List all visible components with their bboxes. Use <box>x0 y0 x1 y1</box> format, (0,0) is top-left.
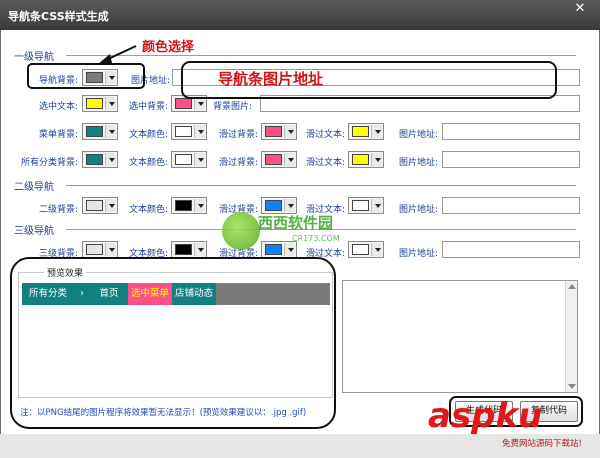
color-select-highlight <box>27 63 145 89</box>
watermark-aspku-sub: 免费网站源码下载站! <box>502 439 582 449</box>
watermark-aspku-text: aspku <box>428 396 543 436</box>
preview-highlight <box>10 257 336 429</box>
annotation-arrowhead-icon <box>98 54 112 64</box>
color-select-annotation: 颜色选择 <box>142 40 195 55</box>
nav-image-url-annotation: 导航条图片地址 <box>218 70 324 88</box>
